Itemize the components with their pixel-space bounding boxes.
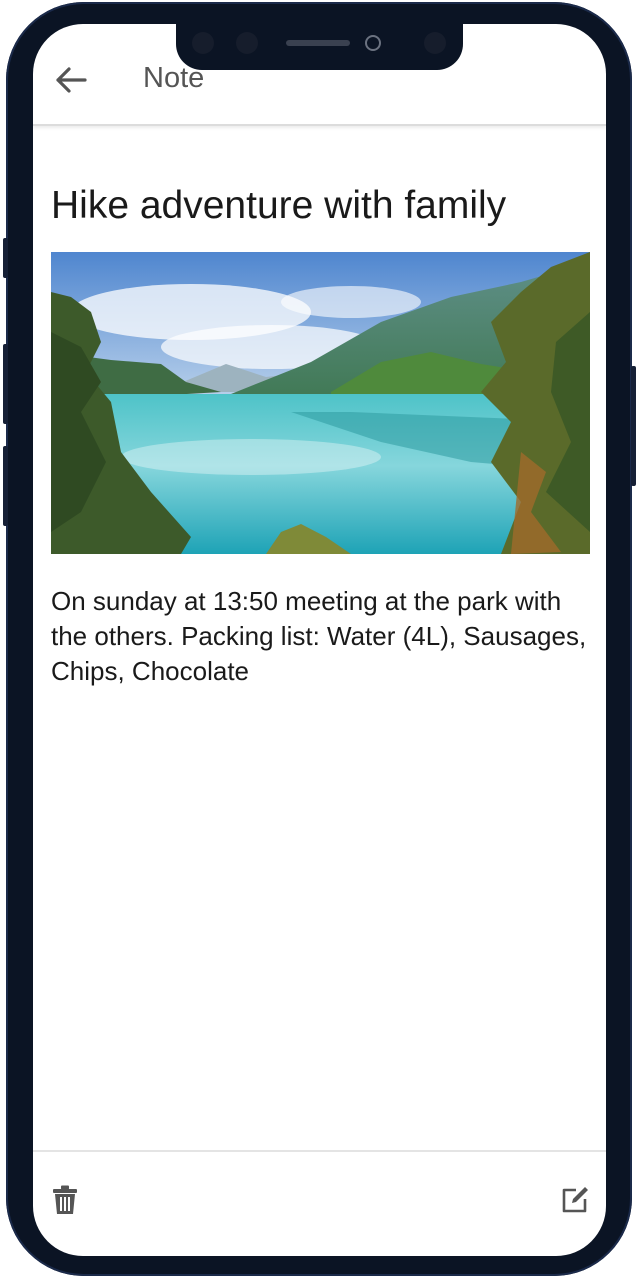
trash-icon bbox=[53, 1185, 77, 1214]
delete-button[interactable] bbox=[47, 1182, 83, 1218]
note-image bbox=[51, 252, 590, 554]
phone-side-button bbox=[3, 238, 8, 278]
arrow-left-icon bbox=[56, 67, 87, 93]
note-body: On sunday at 13:50 meeting at the park w… bbox=[51, 586, 587, 686]
bottom-action-bar bbox=[33, 1150, 606, 1256]
note-title: Hike adventure with family bbox=[51, 184, 507, 227]
back-button[interactable] bbox=[51, 60, 91, 100]
edit-button[interactable] bbox=[557, 1182, 593, 1218]
landscape-image bbox=[51, 252, 590, 554]
phone-volume-down bbox=[3, 446, 8, 526]
phone-notch bbox=[176, 12, 463, 70]
edit-icon bbox=[562, 1187, 588, 1213]
app-screen: Note Hike adventure with family On sunda… bbox=[33, 24, 606, 1256]
phone-power-button bbox=[631, 366, 636, 486]
phone-volume-up bbox=[3, 344, 8, 424]
